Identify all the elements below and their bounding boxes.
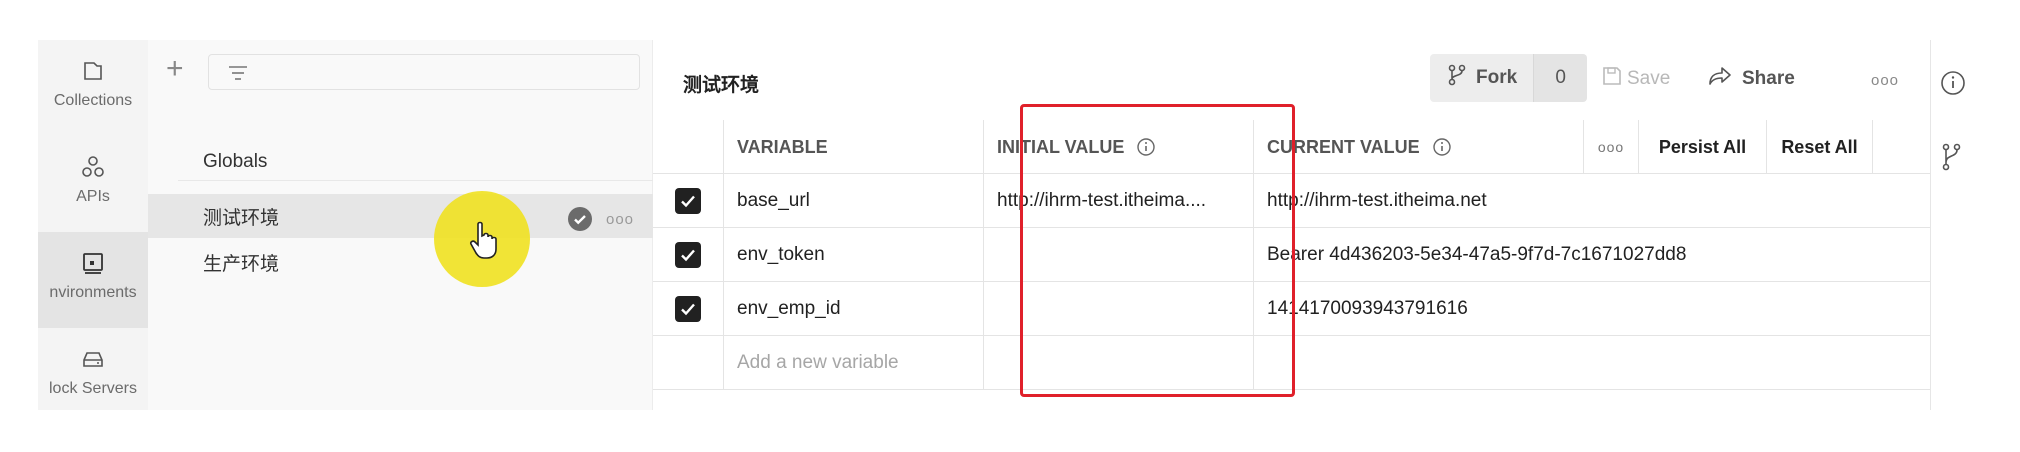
info-icon[interactable] xyxy=(1432,137,1452,157)
header-current-value-label: CURRENT VALUE xyxy=(1267,136,1420,157)
row-checkbox-cell xyxy=(653,336,723,390)
environment-list-panel: + Globals 测试环境 ooo 生产环境 xyxy=(148,40,653,410)
divider xyxy=(178,180,653,181)
current-value-cell[interactable]: Bearer 4d436203-5e34-47a5-9f7d-7c1671027… xyxy=(1253,228,1686,282)
rail-item-mock-servers[interactable]: lock Servers xyxy=(38,328,148,410)
fork-label: Fork xyxy=(1476,67,1518,88)
save-button[interactable]: Save xyxy=(1601,64,1670,94)
globals-item[interactable]: Globals xyxy=(148,140,653,184)
rail-item-environments[interactable]: nvironments xyxy=(38,232,148,328)
editor-more-button[interactable]: ooo xyxy=(1871,72,1899,89)
row-checkbox-cell xyxy=(653,174,723,228)
rail-label: APIs xyxy=(76,188,110,205)
environments-icon xyxy=(80,250,106,276)
environment-name: 生产环境 xyxy=(203,253,280,275)
share-icon xyxy=(1708,66,1732,92)
postman-window: Collections APIs nvironments lock Server… xyxy=(38,40,1973,410)
filter-input[interactable] xyxy=(208,54,640,90)
checkbox[interactable] xyxy=(675,242,701,268)
filter-icon xyxy=(227,64,249,87)
table-row: base_url http://ihrm-test.itheima.... ht… xyxy=(653,174,1930,228)
environment-more-button[interactable]: ooo xyxy=(606,211,634,228)
fork-count[interactable]: 0 xyxy=(1533,54,1588,102)
mock-server-icon xyxy=(80,346,106,372)
save-label: Save xyxy=(1627,68,1671,89)
current-value-cell[interactable]: http://ihrm-test.itheima.net xyxy=(1253,174,1583,228)
fork-icon[interactable] xyxy=(1942,143,1962,176)
table-more-button[interactable]: ooo xyxy=(1583,120,1638,174)
add-variable-input[interactable]: Add a new variable xyxy=(723,336,983,390)
hand-cursor-icon xyxy=(468,220,498,265)
persist-all-button[interactable]: Persist All xyxy=(1638,120,1766,174)
table-row: env_emp_id 1414170093943791616 xyxy=(653,282,1930,336)
reset-all-button[interactable]: Reset All xyxy=(1766,120,1873,174)
active-environment-check-icon[interactable] xyxy=(568,207,592,231)
info-icon[interactable] xyxy=(1940,70,1966,101)
collection-icon xyxy=(80,58,106,84)
apis-icon xyxy=(80,154,106,180)
header-variable: VARIABLE xyxy=(723,120,983,174)
checkbox[interactable] xyxy=(675,188,701,214)
initial-value-cell[interactable]: http://ihrm-test.itheima.... xyxy=(983,174,1253,228)
header-checkbox-cell xyxy=(653,120,723,174)
sidebar-rail: Collections APIs nvironments lock Server… xyxy=(38,40,148,410)
checkbox[interactable] xyxy=(675,296,701,322)
right-sidebar xyxy=(1930,40,1973,410)
share-label: Share xyxy=(1742,68,1795,89)
environment-title[interactable]: 测试环境 xyxy=(683,70,759,97)
initial-value-cell[interactable] xyxy=(983,282,1253,336)
fork-button[interactable]: Fork xyxy=(1430,54,1534,102)
rail-label: Collections xyxy=(53,92,133,109)
add-environment-button[interactable]: + xyxy=(166,54,184,84)
info-icon[interactable] xyxy=(1136,137,1156,157)
table-row: env_token Bearer 4d436203-5e34-47a5-9f7d… xyxy=(653,228,1930,282)
environment-name: 测试环境 xyxy=(203,207,280,229)
header-current-value: CURRENT VALUE xyxy=(1253,120,1583,174)
initial-value-cell[interactable] xyxy=(983,336,1253,390)
rail-item-apis[interactable]: APIs xyxy=(38,136,148,232)
rail-item-collections[interactable]: Collections xyxy=(38,40,148,136)
variable-name-cell[interactable]: env_emp_id xyxy=(723,282,983,336)
rail-label: lock Servers xyxy=(48,380,138,397)
save-icon xyxy=(1601,65,1623,93)
row-checkbox-cell xyxy=(653,228,723,282)
environment-item[interactable]: 生产环境 xyxy=(148,240,653,284)
row-checkbox-cell xyxy=(653,282,723,336)
environment-editor: 测试环境 Fork 0 Save Share ooo VARIABLE INIT… xyxy=(653,40,1930,410)
variable-name-cell[interactable]: env_token xyxy=(723,228,983,282)
share-button[interactable]: Share xyxy=(1708,64,1795,94)
header-initial-value-label: INITIAL VALUE xyxy=(997,136,1125,157)
initial-value-cell[interactable] xyxy=(983,228,1253,282)
fork-button-group[interactable]: Fork 0 xyxy=(1430,54,1588,102)
add-variable-row: Add a new variable xyxy=(653,336,1930,390)
header-initial-value: INITIAL VALUE xyxy=(983,120,1253,174)
current-value-cell[interactable] xyxy=(1253,336,1583,390)
rail-label: nvironments xyxy=(49,284,137,301)
variable-name-cell[interactable]: base_url xyxy=(723,174,983,228)
fork-icon xyxy=(1448,64,1466,92)
table-header-row: VARIABLE INITIAL VALUE CURRENT VALUE ooo… xyxy=(653,120,1930,174)
current-value-cell[interactable]: 1414170093943791616 xyxy=(1253,282,1583,336)
